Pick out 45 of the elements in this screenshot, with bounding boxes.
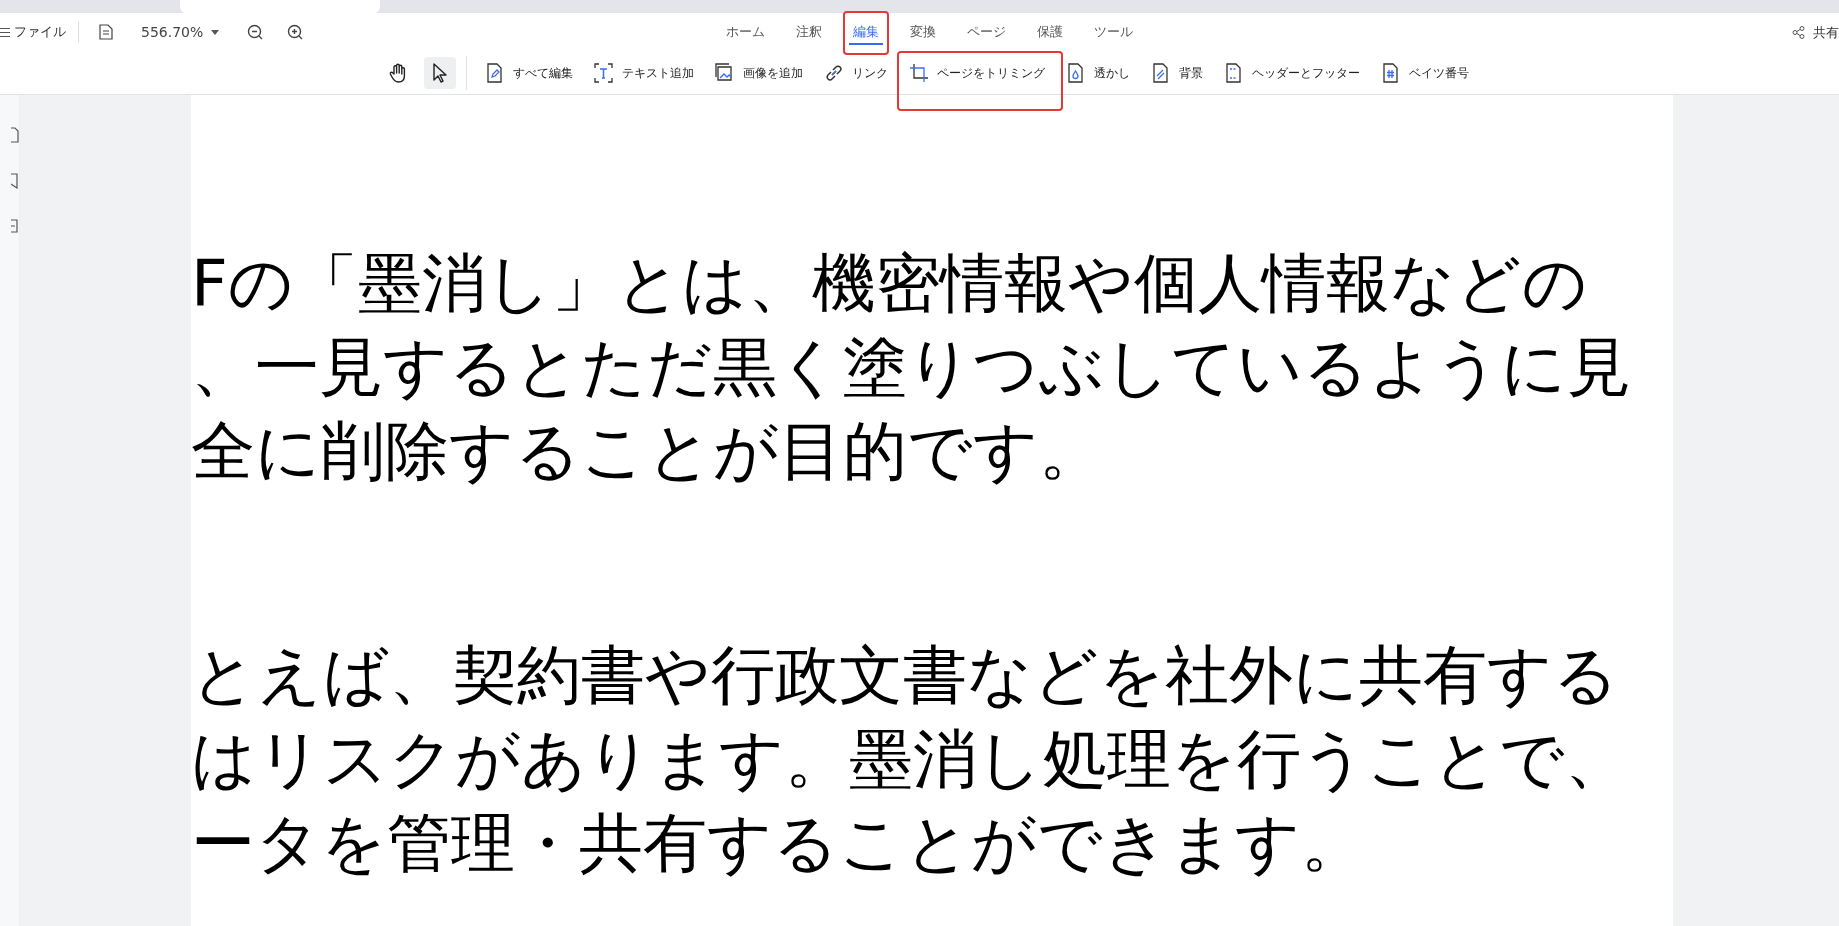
menu-tab[interactable]: 保護	[1033, 18, 1067, 46]
hash-page-icon	[1381, 62, 1400, 83]
menu-tab[interactable]: ホーム	[722, 18, 769, 46]
comment-icon[interactable]	[11, 219, 19, 233]
page-icon	[99, 24, 113, 40]
toolbar-button[interactable]: すべて編集	[477, 56, 581, 89]
page-thumbnail-icon[interactable]	[11, 127, 19, 143]
text-box-icon	[594, 62, 613, 83]
toolbar-button[interactable]: テキスト追加	[586, 56, 702, 89]
zoom-in-icon[interactable]	[287, 24, 304, 40]
menu-tab[interactable]: 編集	[849, 18, 883, 46]
document-text-line: 全に削除することが目的です。	[191, 413, 1103, 490]
zoom-dropdown[interactable]: 556.70%	[141, 21, 220, 43]
toolbar-button[interactable]: 背景	[1143, 56, 1211, 89]
document-text-line: ータを管理・共有することができます。	[191, 805, 1365, 882]
share-button[interactable]: 共有	[1792, 23, 1839, 43]
header-footer-page-icon	[1224, 62, 1243, 83]
toolbar-button[interactable]: 画像を追加	[707, 56, 811, 89]
toolbar-button[interactable]: リンク	[816, 56, 896, 89]
toolbar-button[interactable]: ヘッダーとフッター	[1216, 56, 1368, 89]
select-tool-button[interactable]	[424, 56, 456, 89]
menu-tab[interactable]: ツール	[1090, 18, 1137, 46]
pointer-icon	[432, 62, 448, 83]
crop-icon	[909, 62, 928, 83]
document-text-line: はリスクがあります。墨消し処理を行うことで、	[191, 721, 1629, 798]
toolbar-button[interactable]: 透かし	[1058, 56, 1138, 89]
menu-tab[interactable]: 注釈	[792, 18, 826, 46]
share-icon	[1792, 26, 1805, 40]
hatched-page-icon	[1151, 62, 1170, 83]
pencil-page-icon	[485, 62, 504, 83]
hand-icon	[389, 62, 407, 83]
zoom-out-icon[interactable]	[247, 24, 264, 40]
toolbar-button[interactable]: ベイツ番号	[1373, 56, 1477, 89]
document-text-line: 、一見するとただ黒く塗りつぶしているように見	[191, 329, 1631, 406]
document-text-line: Fの「墨消し」とは、機密情報や個人情報などの	[191, 245, 1588, 322]
image-icon	[715, 62, 734, 83]
menu-tab[interactable]: ページ	[963, 18, 1010, 46]
drop-page-icon	[1066, 62, 1085, 83]
toolbar-button[interactable]: ページをトリミング	[901, 56, 1053, 89]
caret-icon	[211, 29, 220, 35]
bookmark-icon[interactable]	[11, 173, 19, 189]
document-text-line: とえば、契約書や行政文書などを社外に共有する	[191, 637, 1619, 714]
file-menu-button[interactable]: ファイル	[0, 22, 66, 42]
menu-icon	[0, 27, 10, 37]
menu-tab[interactable]: 変換	[906, 18, 940, 46]
